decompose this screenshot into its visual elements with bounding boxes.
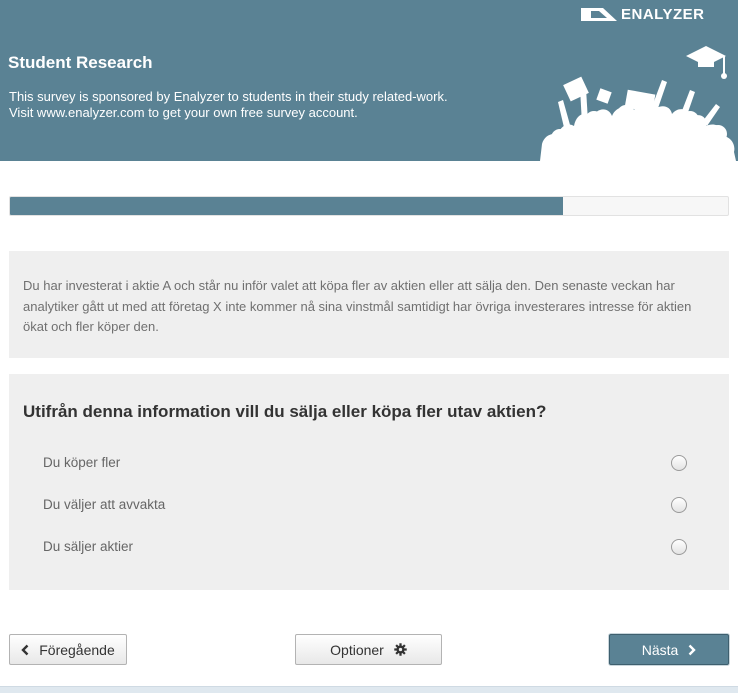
bottom-strip (0, 686, 738, 693)
next-button-label: Nästa (641, 641, 679, 658)
radio-button[interactable] (671, 455, 687, 471)
options-button[interactable]: Optioner (295, 634, 442, 665)
survey-description: This survey is sponsored by Enalyzer to … (9, 89, 448, 121)
chevron-right-icon (688, 644, 696, 655)
option-wait[interactable]: Du väljer att avvakta (9, 490, 729, 520)
enalyzer-logo: ENALYZER (581, 7, 704, 22)
survey-header: ENALYZER Student Research This survey is… (0, 0, 738, 161)
option-label: Du säljer aktier (43, 539, 134, 554)
graduates-illustration-icon (540, 46, 736, 161)
options-button-label: Optioner (330, 641, 384, 658)
previous-button[interactable]: Föregående (9, 634, 127, 665)
survey-title: Student Research (8, 53, 153, 72)
option-buy-more[interactable]: Du köper fler (9, 448, 729, 478)
radio-button[interactable] (671, 497, 687, 513)
radio-button[interactable] (671, 539, 687, 555)
info-text: Du har investerat i aktie A och står nu … (23, 278, 692, 334)
option-label: Du väljer att avvakta (43, 497, 166, 512)
progress-bar (9, 196, 729, 216)
description-line: This survey is sponsored by Enalyzer to … (9, 89, 448, 104)
gear-icon (394, 643, 407, 656)
chevron-left-icon (21, 644, 29, 655)
enalyzer-logo-icon (581, 8, 617, 21)
question-title: Utifrån denna information vill du sälja … (23, 402, 547, 421)
brand-name: ENALYZER (621, 6, 705, 23)
previous-button-label: Föregående (39, 641, 115, 658)
option-sell[interactable]: Du säljer aktier (9, 532, 729, 562)
description-line: Visit www.enalyzer.com to get your own f… (9, 105, 358, 120)
next-button[interactable]: Nästa (609, 634, 729, 665)
info-panel: Du har investerat i aktie A och står nu … (9, 251, 729, 358)
progress-bar-fill (10, 197, 563, 215)
option-label: Du köper fler (43, 455, 121, 470)
question-panel: Utifrån denna information vill du sälja … (9, 374, 729, 590)
